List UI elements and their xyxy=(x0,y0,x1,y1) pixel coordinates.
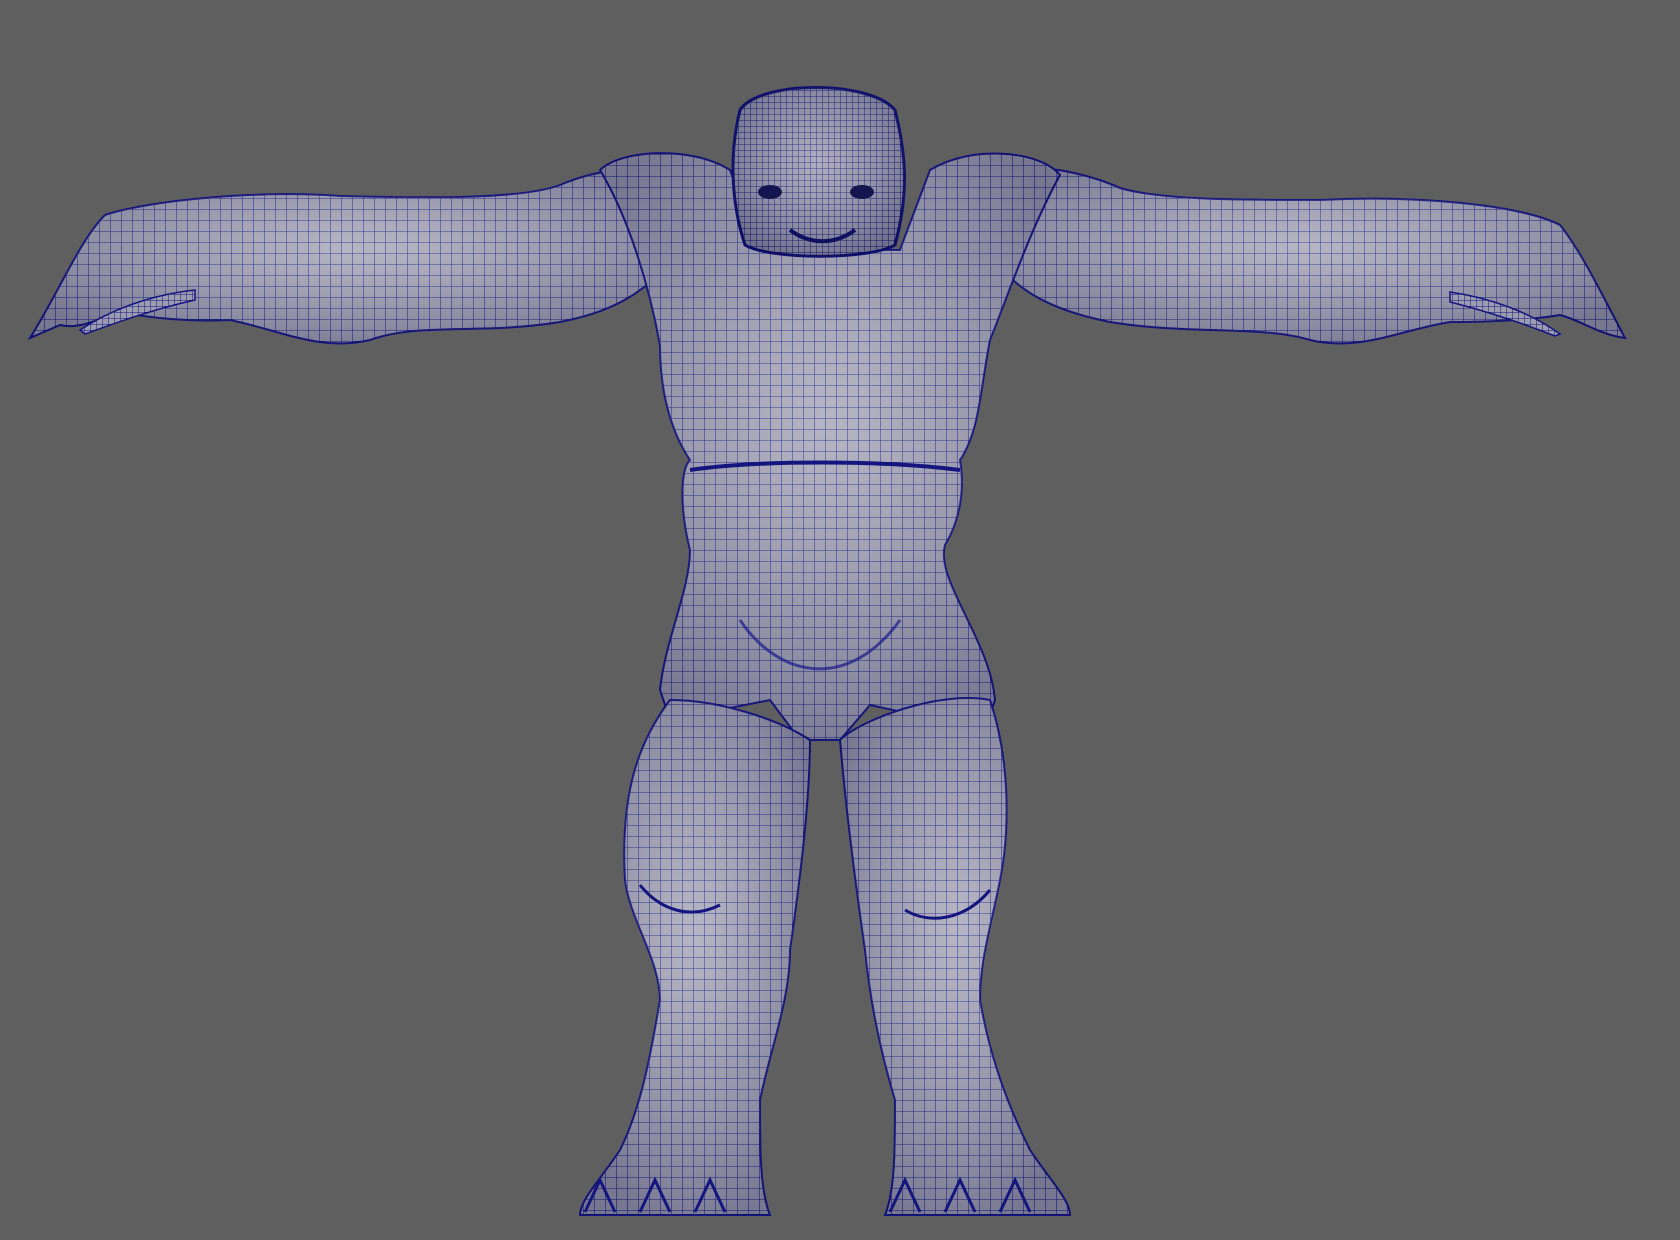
left-eye-icon xyxy=(758,185,782,199)
left-leg xyxy=(578,698,812,1216)
creature-mesh-icon[interactable] xyxy=(0,0,1680,1240)
right-eye-icon xyxy=(850,185,874,199)
right-arm xyxy=(978,166,1627,345)
head xyxy=(731,86,906,258)
right-leg xyxy=(838,697,1072,1216)
left-arm xyxy=(27,169,692,345)
3d-viewport[interactable] xyxy=(0,0,1680,1240)
